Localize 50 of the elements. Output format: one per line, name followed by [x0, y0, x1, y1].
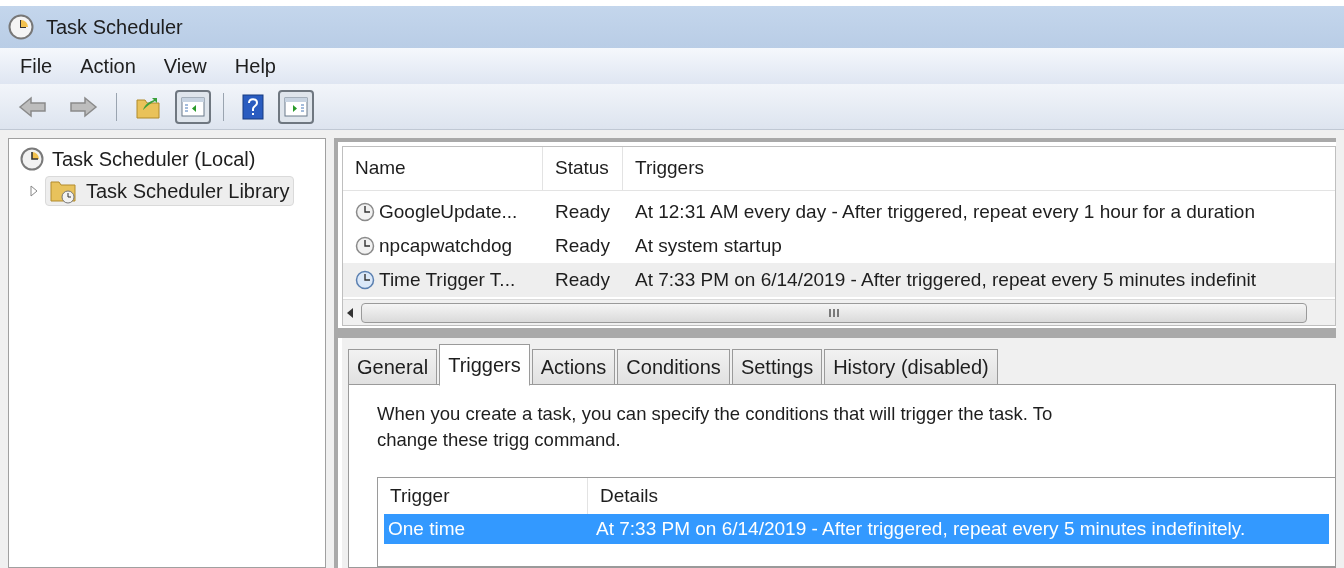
- table-cell-text: Ready: [554, 233, 611, 258]
- tree-item[interactable]: Task Scheduler Library: [45, 176, 295, 206]
- forward-arrow-icon: [68, 94, 98, 119]
- clock-icon: [355, 270, 375, 290]
- tab[interactable]: General: [348, 349, 438, 385]
- toolbar-button[interactable]: [175, 89, 211, 124]
- clock-icon: [355, 202, 375, 222]
- tab[interactable]: Triggers: [439, 344, 530, 386]
- scroll-left-icon[interactable]: [347, 307, 353, 318]
- task-row[interactable]: Time Trigger T... Ready At 7:33 PM on 6/14/2019 - After triggered, repeat every 5 minutes indefinit: [343, 263, 1335, 297]
- column-header[interactable]: Details: [588, 478, 1335, 514]
- table-cell-text: One time: [387, 516, 467, 541]
- table-cell-text: GoogleUpdate...: [379, 199, 518, 224]
- table-cell-text: At 7:33 PM on 6/14/2019 - After triggered, repeat every 5 minutes indefinit: [634, 267, 1258, 292]
- column-header[interactable]: Triggers: [623, 147, 1335, 190]
- toolbar-button[interactable]: [278, 89, 314, 124]
- scroll-thumb[interactable]: [361, 302, 1307, 323]
- description-text: When you create a task, you can specify the conditions that will trigger the task. To change these trigg command.: [377, 402, 1054, 452]
- expand-icon[interactable]: [30, 185, 38, 197]
- tree-item[interactable]: Task Scheduler (Local): [15, 144, 261, 174]
- column-header[interactable]: Name: [343, 147, 543, 190]
- table-cell-text: At 12:31 AM every day - After triggered, repeat every 1 hour for a duration: [634, 199, 1256, 224]
- clock-icon: [355, 236, 375, 256]
- task-row[interactable]: npcapwatchdog Ready At system startup: [343, 229, 1335, 263]
- tab[interactable]: Conditions: [617, 349, 730, 385]
- clock-icon: [8, 14, 34, 40]
- table-cell-text: Time Trigger T...: [379, 267, 516, 292]
- help-icon: [242, 93, 264, 120]
- table-cell-text: Ready: [554, 199, 611, 224]
- menu-item[interactable]: Help: [222, 49, 288, 83]
- menu-item[interactable]: File: [8, 49, 65, 83]
- folder-clock-icon: [50, 178, 78, 204]
- horizontal-scrollbar[interactable]: [343, 299, 1335, 325]
- column-header[interactable]: Status: [543, 147, 623, 190]
- table-cell-text: At system startup: [634, 233, 783, 258]
- show-pane-icon: [181, 96, 205, 117]
- grip-icon: [828, 307, 840, 318]
- tab[interactable]: Actions: [531, 349, 616, 385]
- show-pane-icon: [284, 96, 308, 117]
- clock-icon: [20, 147, 44, 171]
- tab[interactable]: Settings: [731, 349, 823, 385]
- table-cell-text: Ready: [554, 267, 611, 292]
- table-cell-text: At 7:33 PM on 6/14/2019 - After triggered, repeat every 5 minutes indefinitely.: [595, 516, 1247, 541]
- menu-item[interactable]: View: [151, 49, 219, 83]
- table-cell-text: npcapwatchdog: [379, 233, 513, 258]
- task-row[interactable]: GoogleUpdate... Ready At 12:31 AM every day - After triggered, repeat every 1 hour for a duration: [343, 195, 1335, 229]
- menu-item[interactable]: Action: [68, 49, 148, 83]
- back-arrow-icon: [18, 94, 48, 119]
- window-title: Task Scheduler: [46, 15, 183, 40]
- tab[interactable]: History (disabled): [824, 349, 998, 385]
